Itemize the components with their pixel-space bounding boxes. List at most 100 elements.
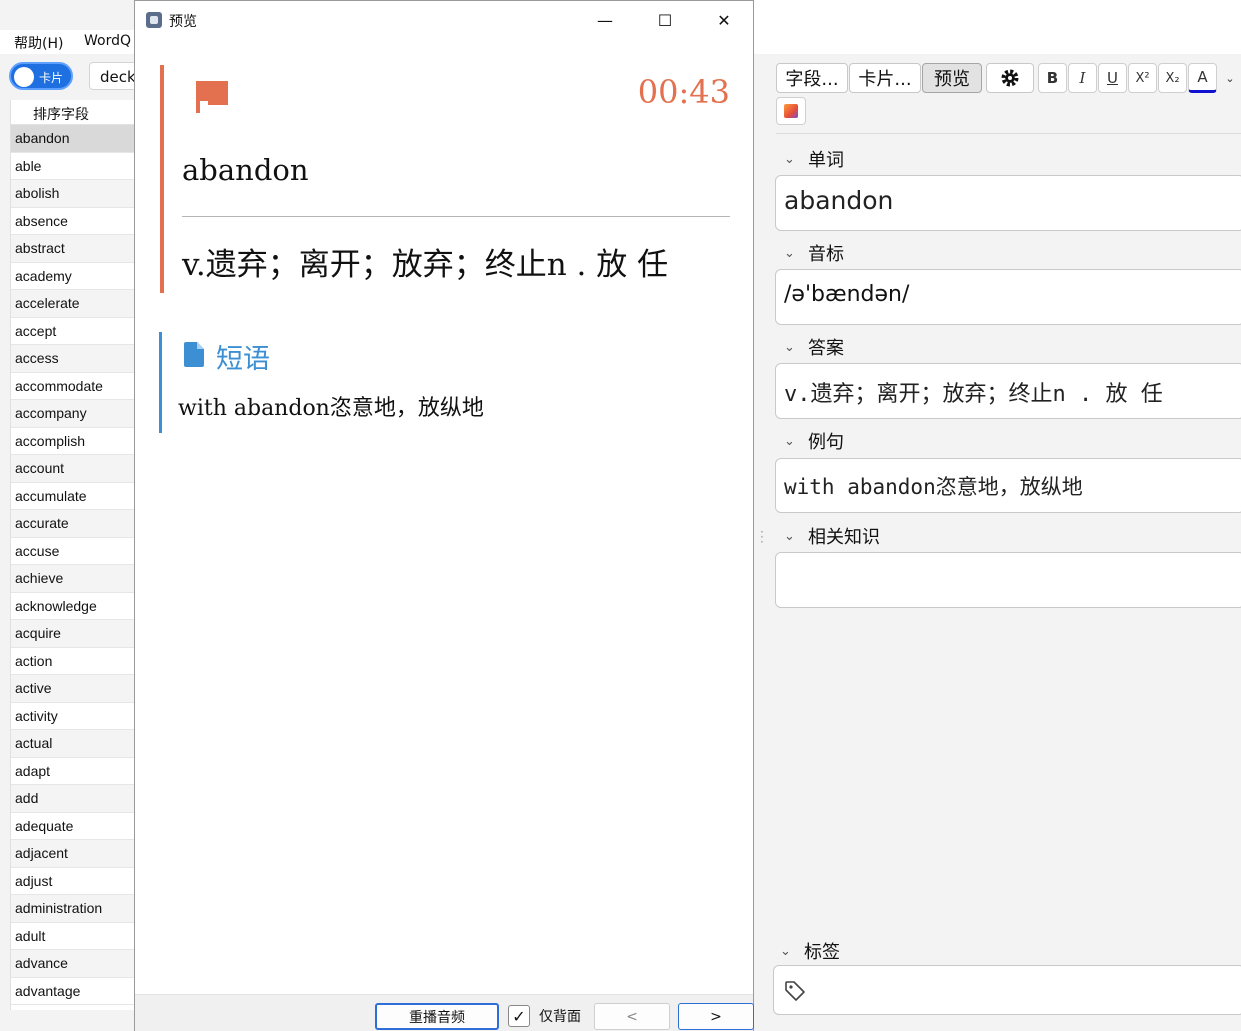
card-front: 00:43 abandon v.遗弃；离开；放弃；终止n . 放 任 (160, 65, 730, 293)
tab-cards[interactable]: 卡片... (849, 63, 921, 93)
insert-image-button[interactable] (776, 97, 806, 125)
list-item[interactable]: accelerate (11, 290, 134, 318)
chevron-down-icon: ⌄ (784, 339, 795, 355)
tab-fields[interactable]: 字段... (776, 63, 848, 93)
toggle-knob (14, 67, 34, 87)
word-rows: abandon able abolish absence abstract academy… (11, 125, 134, 1005)
phrase-section: 短语 with abandon恣意地，放纵地 (159, 332, 729, 433)
field-label-text: 例句 (808, 432, 844, 453)
tags-label[interactable]: ⌄ 标签 (780, 938, 840, 964)
tag-icon (785, 981, 805, 1001)
next-button[interactable]: > (678, 1003, 754, 1030)
list-item[interactable]: abandon (11, 125, 134, 153)
list-item[interactable]: add (11, 785, 134, 813)
back-only-label: 仅背面 (539, 1009, 581, 1025)
list-item[interactable]: accomplish (11, 428, 134, 455)
word-list[interactable]: 排序字段 abandon able abolish absence abstract ac… (10, 100, 134, 1010)
field-label-text: 相关知识 (808, 527, 880, 548)
phonetic-field-value: /ə'bændən/ (784, 282, 910, 307)
list-item[interactable]: able (11, 153, 134, 180)
chevron-down-icon: ⌄ (784, 528, 795, 544)
phonetic-field[interactable]: /ə'bændən/ (775, 269, 1241, 325)
list-item[interactable]: accuse (11, 538, 134, 565)
list-header[interactable]: 排序字段 (11, 100, 134, 125)
tab-preview[interactable]: 预览 (922, 63, 982, 93)
window-title: 预览 (169, 14, 197, 30)
gear-icon (1001, 69, 1019, 87)
list-item[interactable]: absence (11, 208, 134, 235)
field-label-related[interactable]: ⌄ 相关知识 (784, 523, 880, 549)
list-item[interactable]: academy (11, 263, 134, 290)
title-bar[interactable]: 预览 — ☐ ✕ (135, 1, 753, 39)
field-label-phonetic[interactable]: ⌄ 音标 (784, 240, 844, 266)
menu-help[interactable]: 帮助(H) (14, 33, 63, 53)
field-label-text: 音标 (808, 244, 844, 265)
text-color-button[interactable]: A (1188, 63, 1217, 93)
maximize-button[interactable]: ☐ (642, 5, 688, 35)
list-item[interactable]: administration (11, 895, 134, 923)
app-icon (146, 12, 162, 28)
field-label-text: 答案 (808, 338, 844, 359)
list-item[interactable]: adult (11, 923, 134, 950)
list-item[interactable]: accompany (11, 400, 134, 428)
bold-button[interactable]: B (1038, 63, 1067, 93)
minimize-button[interactable]: — (582, 5, 628, 35)
list-item[interactable]: activity (11, 703, 134, 730)
list-item[interactable]: action (11, 648, 134, 675)
toolbar-divider (776, 133, 1241, 134)
list-item[interactable]: accurate (11, 510, 134, 538)
list-item[interactable]: acknowledge (11, 593, 134, 620)
list-item[interactable]: accommodate (11, 373, 134, 400)
list-item[interactable]: advantage (11, 978, 134, 1005)
word-field[interactable]: abandon (775, 175, 1241, 231)
chevron-down-icon: ⌄ (784, 245, 795, 261)
subscript-button[interactable]: X₂ (1158, 63, 1187, 93)
answer-field-value: v.遗弃；离开；放弃；终止n . 放 任 (784, 382, 1163, 407)
list-item[interactable]: adapt (11, 758, 134, 785)
answer-field[interactable]: v.遗弃；离开；放弃；终止n . 放 任 (775, 363, 1241, 419)
list-item[interactable]: active (11, 675, 134, 703)
tags-input[interactable] (773, 965, 1241, 1015)
card-answer: v.遗弃；离开；放弃；终止n . 放 任 (182, 247, 669, 283)
editor-top-strip (754, 0, 1241, 54)
list-item[interactable]: accumulate (11, 483, 134, 510)
list-item[interactable]: adjacent (11, 840, 134, 868)
card-divider (182, 216, 730, 217)
menu-bar: 帮助(H) WordQ (0, 30, 140, 54)
list-item[interactable]: adequate (11, 813, 134, 840)
back-only-checkbox[interactable]: ✓ (508, 1005, 530, 1027)
replay-audio-button[interactable]: 重播音频 (375, 1003, 499, 1030)
italic-button[interactable]: I (1068, 63, 1097, 93)
chevron-down-icon[interactable]: ⌄ (1220, 63, 1240, 93)
phrase-title: 短语 (216, 344, 270, 375)
splitter-handle[interactable]: · · · (760, 526, 764, 548)
list-item[interactable]: acquire (11, 620, 134, 648)
list-item[interactable]: accept (11, 318, 134, 345)
settings-gear-icon[interactable] (986, 63, 1034, 93)
close-button[interactable]: ✕ (701, 5, 747, 35)
document-icon (184, 342, 204, 367)
card-mode-toggle[interactable]: 卡片 (9, 62, 73, 90)
tags-label-text: 标签 (804, 942, 840, 963)
field-label-answer[interactable]: ⌄ 答案 (784, 334, 844, 360)
superscript-button[interactable]: X² (1128, 63, 1157, 93)
list-item[interactable]: achieve (11, 565, 134, 593)
list-item[interactable]: abstract (11, 235, 134, 263)
list-item[interactable]: actual (11, 730, 134, 758)
card-word: abandon (182, 153, 309, 187)
field-label-example[interactable]: ⌄ 例句 (784, 428, 844, 454)
list-item[interactable]: abolish (11, 180, 134, 208)
menu-wordq[interactable]: WordQ (84, 33, 131, 49)
list-item[interactable]: account (11, 455, 134, 483)
field-label-word[interactable]: ⌄ 单词 (784, 146, 844, 172)
list-item[interactable]: advance (11, 950, 134, 978)
example-field[interactable]: with abandon恣意地，放纵地 (775, 458, 1241, 513)
underline-button[interactable]: U (1098, 63, 1127, 93)
flag-icon (196, 81, 228, 113)
previous-button[interactable]: < (594, 1003, 670, 1030)
related-knowledge-field[interactable] (775, 552, 1241, 608)
list-item[interactable]: access (11, 345, 134, 373)
list-item[interactable]: adjust (11, 868, 134, 895)
toggle-label: 卡片 (39, 71, 64, 85)
chevron-down-icon: ⌄ (784, 433, 795, 449)
